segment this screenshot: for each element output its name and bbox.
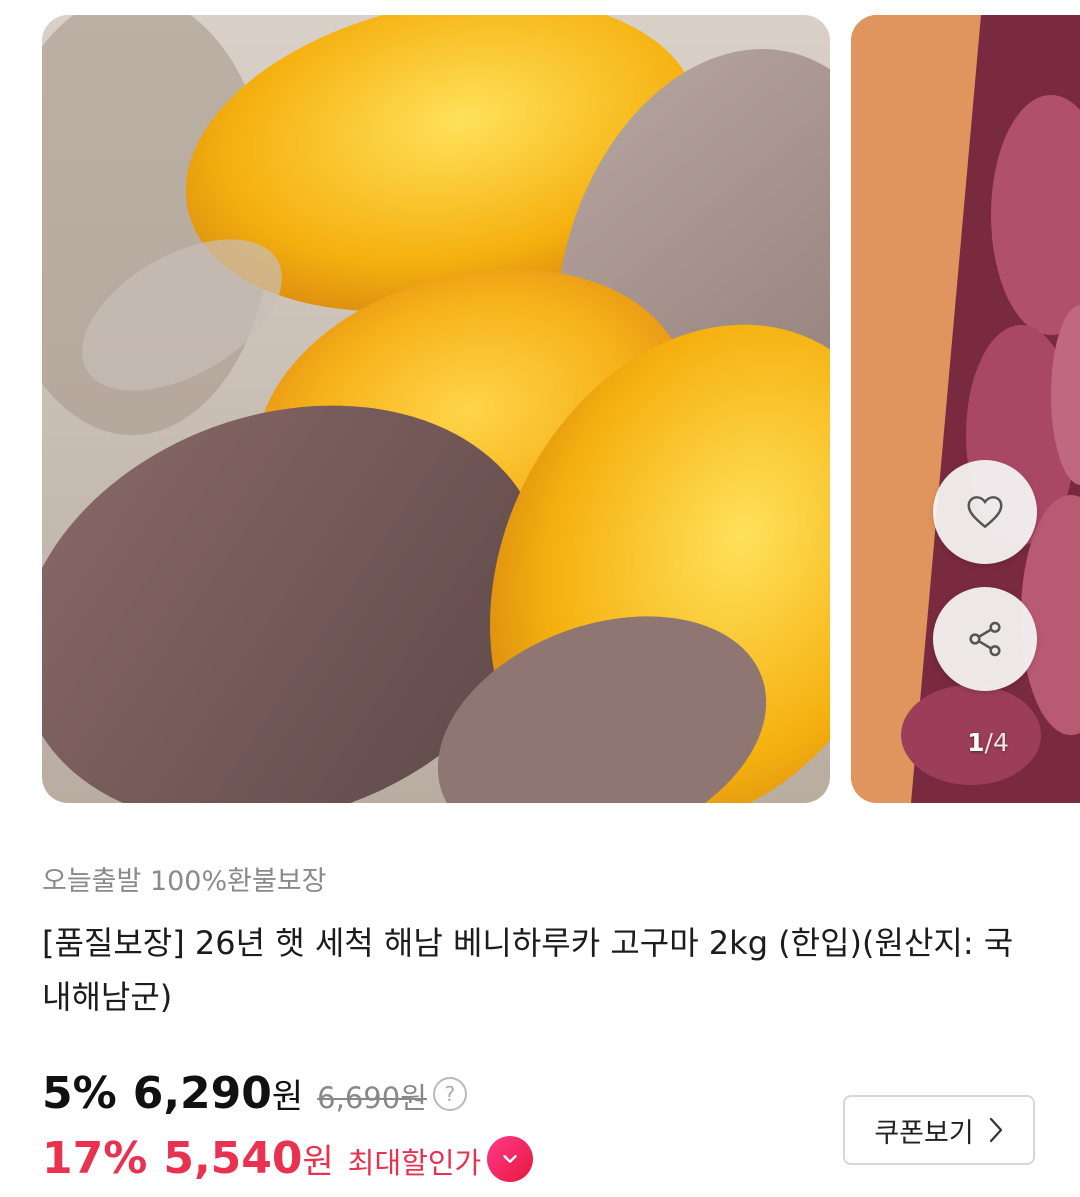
coupon-button-label: 쿠폰보기 xyxy=(874,1117,974,1149)
pager-current: 1 xyxy=(967,728,985,757)
image-gallery[interactable]: 1/4 xyxy=(0,0,1080,820)
pager-total: /4 xyxy=(984,728,1009,757)
sweet-potato-photo xyxy=(42,15,830,803)
product-title: [품질보장] 26년 햇 세척 해남 베니하루카 고구마 2kg (한입)(원산… xyxy=(42,924,1014,1016)
max-discount-label: 최대할인가 xyxy=(347,1146,482,1180)
price-row: 5% 6,290 원 6,690원 ? xyxy=(42,1068,467,1119)
product-image-main[interactable] xyxy=(42,15,830,803)
max-discount-rate: 17% xyxy=(42,1133,148,1184)
max-currency-label: 원 xyxy=(302,1142,334,1182)
share-button[interactable] xyxy=(933,587,1037,691)
discount-rate: 5% xyxy=(42,1068,117,1119)
currency-label: 원 xyxy=(271,1077,304,1117)
view-coupon-button[interactable]: 쿠폰보기 xyxy=(843,1095,1035,1165)
max-discount-row: 17% 5,540 원 최대할인가 xyxy=(42,1133,534,1184)
sale-price: 6,290 xyxy=(132,1068,272,1119)
chevron-right-icon xyxy=(988,1116,1004,1144)
max-discount-dropdown-icon[interactable] xyxy=(487,1135,534,1182)
share-icon xyxy=(969,621,1001,657)
like-button[interactable] xyxy=(933,460,1037,564)
original-price: 6,690원 xyxy=(317,1081,427,1115)
image-pager: 1/4 xyxy=(948,728,1028,757)
chevron-down-icon xyxy=(503,1154,517,1163)
product-subtitle: 오늘출발 100%환불보장 xyxy=(42,866,327,897)
max-discount-price: 5,540 xyxy=(163,1133,303,1184)
price-help-icon[interactable]: ? xyxy=(432,1076,467,1111)
heart-icon xyxy=(967,496,1003,529)
product-info: 오늘출발 100%환불보장 [품질보장] 26년 햇 세척 해남 베니하루카 고… xyxy=(42,862,1042,1024)
